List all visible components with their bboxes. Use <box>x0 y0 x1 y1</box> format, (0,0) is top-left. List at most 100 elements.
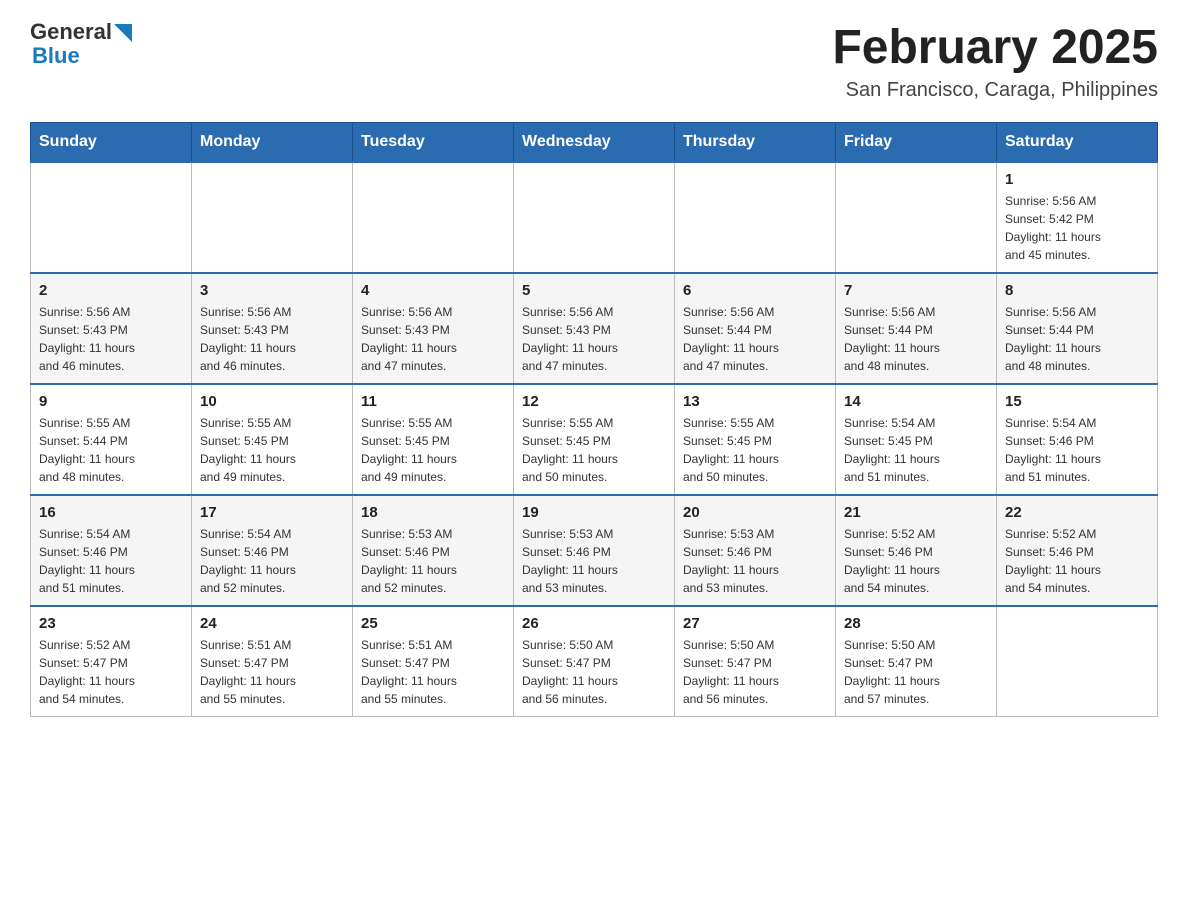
calendar-cell: 13Sunrise: 5:55 AM Sunset: 5:45 PM Dayli… <box>675 384 836 495</box>
calendar-cell <box>353 162 514 273</box>
logo-general: General <box>30 20 112 44</box>
calendar-cell: 22 Sunrise: 5:52 AM Sunset: 5:46 PM Dayli… <box>997 495 1158 606</box>
day-number: 16 <box>39 504 183 521</box>
weekday-header: Wednesday <box>514 123 675 163</box>
day-info: Sunrise: 5:52 AM Sunset: 5:46 PM Dayligh… <box>1005 525 1149 597</box>
day-info: Sunrise: 5:51 AM Sunset: 5:47 PM Dayligh… <box>361 636 505 708</box>
day-number: 27 <box>683 615 827 632</box>
calendar-cell <box>192 162 353 273</box>
calendar-cell <box>675 162 836 273</box>
calendar-cell <box>31 162 192 273</box>
day-number: 3 <box>200 282 344 299</box>
day-info: Sunrise: 5:52 AM Sunset: 5:46 PM Dayligh… <box>844 525 988 597</box>
day-number: 22 <box>1005 504 1149 521</box>
calendar-cell <box>514 162 675 273</box>
calendar-cell <box>836 162 997 273</box>
calendar-cell: 14 Sunrise: 5:54 AM Sunset: 5:45 PM Dayli… <box>836 384 997 495</box>
calendar-cell: 6 Sunrise: 5:56 AM Sunset: 5:44 PM Daylig… <box>675 273 836 384</box>
day-number: 18 <box>361 504 505 521</box>
day-info: Sunrise: 5:50 AM Sunset: 5:47 PM Dayligh… <box>683 636 827 708</box>
weekday-header: Tuesday <box>353 123 514 163</box>
day-info: Sunrise: 5:53 AM Sunset: 5:46 PM Dayligh… <box>361 525 505 597</box>
day-number: 13 <box>683 393 827 410</box>
day-number: 7 <box>844 282 988 299</box>
calendar-cell: 25 Sunrise: 5:51 AM Sunset: 5:47 PM Dayli… <box>353 606 514 717</box>
day-info: Sunrise: 5:56 AM Sunset: 5:43 PM Dayligh… <box>522 303 666 375</box>
day-info: Sunrise: 5:56 AM Sunset: 5:43 PM Dayligh… <box>39 303 183 375</box>
day-number: 28 <box>844 615 988 632</box>
day-info: Sunrise: 5:53 AM Sunset: 5:46 PM Dayligh… <box>683 525 827 597</box>
calendar-cell: 17 Sunrise: 5:54 AM Sunset: 5:46 PM Dayli… <box>192 495 353 606</box>
logo: General Blue <box>30 20 132 68</box>
calendar-cell: 5 Sunrise: 5:56 AM Sunset: 5:43 PM Daylig… <box>514 273 675 384</box>
day-number: 15 <box>1005 393 1149 410</box>
day-info: Sunrise: 5:56 AM Sunset: 5:44 PM Dayligh… <box>683 303 827 375</box>
calendar-cell: 8 Sunrise: 5:56 AM Sunset: 5:44 PM Daylig… <box>997 273 1158 384</box>
day-number: 24 <box>200 615 344 632</box>
weekday-header: Sunday <box>31 123 192 163</box>
calendar-cell: 16 Sunrise: 5:54 AM Sunset: 5:46 PM Dayli… <box>31 495 192 606</box>
day-number: 5 <box>522 282 666 299</box>
page-header: General Blue February 2025 San Francisco… <box>30 20 1158 102</box>
calendar-cell: 3 Sunrise: 5:56 AM Sunset: 5:43 PM Daylig… <box>192 273 353 384</box>
calendar-cell: 2 Sunrise: 5:56 AM Sunset: 5:43 PM Daylig… <box>31 273 192 384</box>
day-number: 11 <box>361 393 505 410</box>
calendar-cell: 4Sunrise: 5:56 AM Sunset: 5:43 PM Daylig… <box>353 273 514 384</box>
week-row: 9 Sunrise: 5:55 AM Sunset: 5:44 PM Daylig… <box>31 384 1158 495</box>
day-info: Sunrise: 5:54 AM Sunset: 5:46 PM Dayligh… <box>200 525 344 597</box>
day-info: Sunrise: 5:56 AM Sunset: 5:42 PM Dayligh… <box>1005 192 1149 264</box>
day-number: 25 <box>361 615 505 632</box>
day-number: 9 <box>39 393 183 410</box>
weekday-header-row: SundayMondayTuesdayWednesdayThursdayFrid… <box>31 123 1158 163</box>
week-row: 2 Sunrise: 5:56 AM Sunset: 5:43 PM Daylig… <box>31 273 1158 384</box>
calendar-cell: 21 Sunrise: 5:52 AM Sunset: 5:46 PM Dayli… <box>836 495 997 606</box>
day-number: 17 <box>200 504 344 521</box>
week-row: 16 Sunrise: 5:54 AM Sunset: 5:46 PM Dayli… <box>31 495 1158 606</box>
weekday-header: Monday <box>192 123 353 163</box>
day-number: 12 <box>522 393 666 410</box>
calendar-cell: 9 Sunrise: 5:55 AM Sunset: 5:44 PM Daylig… <box>31 384 192 495</box>
day-info: Sunrise: 5:52 AM Sunset: 5:47 PM Dayligh… <box>39 636 183 708</box>
day-info: Sunrise: 5:53 AM Sunset: 5:46 PM Dayligh… <box>522 525 666 597</box>
title-area: February 2025 San Francisco, Caraga, Phi… <box>832 20 1158 102</box>
calendar-cell: 20Sunrise: 5:53 AM Sunset: 5:46 PM Dayli… <box>675 495 836 606</box>
day-info: Sunrise: 5:55 AM Sunset: 5:44 PM Dayligh… <box>39 414 183 486</box>
day-number: 14 <box>844 393 988 410</box>
calendar-cell: 12 Sunrise: 5:55 AM Sunset: 5:45 PM Dayli… <box>514 384 675 495</box>
calendar-cell: 23 Sunrise: 5:52 AM Sunset: 5:47 PM Dayli… <box>31 606 192 717</box>
day-info: Sunrise: 5:50 AM Sunset: 5:47 PM Dayligh… <box>522 636 666 708</box>
calendar-cell: 24 Sunrise: 5:51 AM Sunset: 5:47 PM Dayli… <box>192 606 353 717</box>
day-info: Sunrise: 5:51 AM Sunset: 5:47 PM Dayligh… <box>200 636 344 708</box>
calendar-cell: 27 Sunrise: 5:50 AM Sunset: 5:47 PM Dayli… <box>675 606 836 717</box>
calendar-table: SundayMondayTuesdayWednesdayThursdayFrid… <box>30 122 1158 717</box>
weekday-header: Thursday <box>675 123 836 163</box>
day-info: Sunrise: 5:54 AM Sunset: 5:46 PM Dayligh… <box>39 525 183 597</box>
weekday-header: Saturday <box>997 123 1158 163</box>
day-info: Sunrise: 5:56 AM Sunset: 5:43 PM Dayligh… <box>200 303 344 375</box>
day-number: 19 <box>522 504 666 521</box>
calendar-cell: 26 Sunrise: 5:50 AM Sunset: 5:47 PM Dayli… <box>514 606 675 717</box>
day-info: Sunrise: 5:56 AM Sunset: 5:43 PM Dayligh… <box>361 303 505 375</box>
calendar-cell: 18 Sunrise: 5:53 AM Sunset: 5:46 PM Dayli… <box>353 495 514 606</box>
day-info: Sunrise: 5:54 AM Sunset: 5:45 PM Dayligh… <box>844 414 988 486</box>
day-info: Sunrise: 5:55 AM Sunset: 5:45 PM Dayligh… <box>200 414 344 486</box>
calendar-cell: 11 Sunrise: 5:55 AM Sunset: 5:45 PM Dayli… <box>353 384 514 495</box>
location-subtitle: San Francisco, Caraga, Philippines <box>832 79 1158 102</box>
day-number: 26 <box>522 615 666 632</box>
calendar-cell <box>997 606 1158 717</box>
calendar-cell: 15Sunrise: 5:54 AM Sunset: 5:46 PM Dayli… <box>997 384 1158 495</box>
week-row: 23 Sunrise: 5:52 AM Sunset: 5:47 PM Dayli… <box>31 606 1158 717</box>
calendar-cell: 19 Sunrise: 5:53 AM Sunset: 5:46 PM Dayli… <box>514 495 675 606</box>
day-info: Sunrise: 5:50 AM Sunset: 5:47 PM Dayligh… <box>844 636 988 708</box>
calendar-cell: 7Sunrise: 5:56 AM Sunset: 5:44 PM Daylig… <box>836 273 997 384</box>
day-number: 6 <box>683 282 827 299</box>
day-number: 2 <box>39 282 183 299</box>
day-number: 8 <box>1005 282 1149 299</box>
day-number: 21 <box>844 504 988 521</box>
day-number: 10 <box>200 393 344 410</box>
day-number: 23 <box>39 615 183 632</box>
day-info: Sunrise: 5:56 AM Sunset: 5:44 PM Dayligh… <box>1005 303 1149 375</box>
day-info: Sunrise: 5:55 AM Sunset: 5:45 PM Dayligh… <box>361 414 505 486</box>
day-info: Sunrise: 5:55 AM Sunset: 5:45 PM Dayligh… <box>522 414 666 486</box>
week-row: 1Sunrise: 5:56 AM Sunset: 5:42 PM Daylig… <box>31 162 1158 273</box>
